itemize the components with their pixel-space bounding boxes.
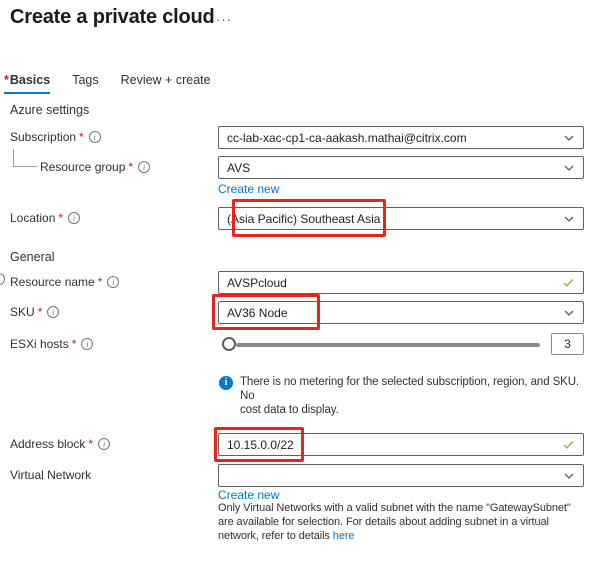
resource-name-label: Resource name* bbox=[10, 275, 119, 289]
info-icon[interactable] bbox=[81, 338, 93, 350]
esxi-hosts-slider-track[interactable] bbox=[236, 343, 540, 347]
chevron-down-icon bbox=[563, 162, 575, 174]
page-title: Create a private cloud bbox=[10, 6, 215, 29]
tab-basics[interactable]: *Basics bbox=[4, 73, 50, 94]
create-new-resource-group-link[interactable]: Create new bbox=[218, 182, 279, 196]
clipped-info-icon bbox=[0, 273, 5, 285]
resource-group-label: Resource group* bbox=[40, 160, 150, 174]
chevron-down-icon bbox=[563, 470, 575, 482]
valid-check-icon bbox=[562, 438, 575, 451]
chevron-down-icon bbox=[563, 132, 575, 144]
virtual-network-label: Virtual Network bbox=[10, 468, 91, 482]
location-label: Location* bbox=[10, 211, 80, 225]
location-dropdown[interactable]: (Asia Pacific) Southeast Asia bbox=[218, 207, 584, 230]
sku-dropdown[interactable]: AV36 Node bbox=[218, 301, 584, 324]
info-icon[interactable] bbox=[89, 131, 101, 143]
resource-group-dropdown[interactable]: AVS bbox=[218, 156, 584, 179]
virtual-network-helper-text: Only Virtual Networks with a valid subne… bbox=[218, 501, 571, 543]
tab-review-create-label: Review + create bbox=[121, 73, 211, 87]
here-link[interactable]: here bbox=[333, 530, 355, 542]
subscription-label: Subscription* bbox=[10, 130, 101, 144]
esxi-hosts-slider-handle[interactable] bbox=[222, 337, 236, 351]
more-options-icon[interactable]: ··· bbox=[216, 12, 232, 27]
create-new-virtual-network-link[interactable]: Create new bbox=[218, 488, 279, 502]
tab-bar: *Basics Tags Review + create bbox=[4, 73, 211, 94]
tree-connector-line bbox=[13, 149, 37, 167]
tab-tags-label: Tags bbox=[72, 73, 98, 87]
info-icon[interactable] bbox=[98, 438, 110, 450]
esxi-hosts-count-input[interactable]: 3 bbox=[551, 333, 584, 355]
address-block-label: Address block* bbox=[10, 437, 110, 451]
info-icon[interactable] bbox=[47, 306, 59, 318]
chevron-down-icon bbox=[563, 213, 575, 225]
info-banner-text: There is no metering for the selected su… bbox=[240, 375, 590, 417]
tab-review-create[interactable]: Review + create bbox=[121, 73, 211, 94]
tab-basics-label: Basics bbox=[10, 73, 50, 87]
section-general: General bbox=[10, 250, 54, 264]
virtual-network-dropdown[interactable] bbox=[218, 464, 584, 487]
info-banner-icon bbox=[219, 376, 233, 390]
info-icon[interactable] bbox=[68, 212, 80, 224]
resource-name-input[interactable]: AVSPcloud bbox=[218, 271, 584, 294]
chevron-down-icon bbox=[563, 307, 575, 319]
required-marker: * bbox=[4, 73, 9, 87]
esxi-hosts-label: ESXi hosts* bbox=[10, 337, 93, 351]
info-icon[interactable] bbox=[138, 161, 150, 173]
section-azure-settings: Azure settings bbox=[10, 103, 89, 117]
valid-check-icon bbox=[562, 276, 575, 289]
tab-tags[interactable]: Tags bbox=[72, 73, 98, 94]
info-icon[interactable] bbox=[107, 276, 119, 288]
create-private-cloud-blade: Create a private cloud ··· *Basics Tags … bbox=[0, 0, 608, 562]
subscription-dropdown[interactable]: cc-lab-xac-cp1-ca-aakash.mathai@citrix.c… bbox=[218, 126, 584, 149]
sku-label: SKU* bbox=[10, 305, 59, 319]
address-block-input[interactable]: 10.15.0.0/22 bbox=[218, 433, 584, 456]
